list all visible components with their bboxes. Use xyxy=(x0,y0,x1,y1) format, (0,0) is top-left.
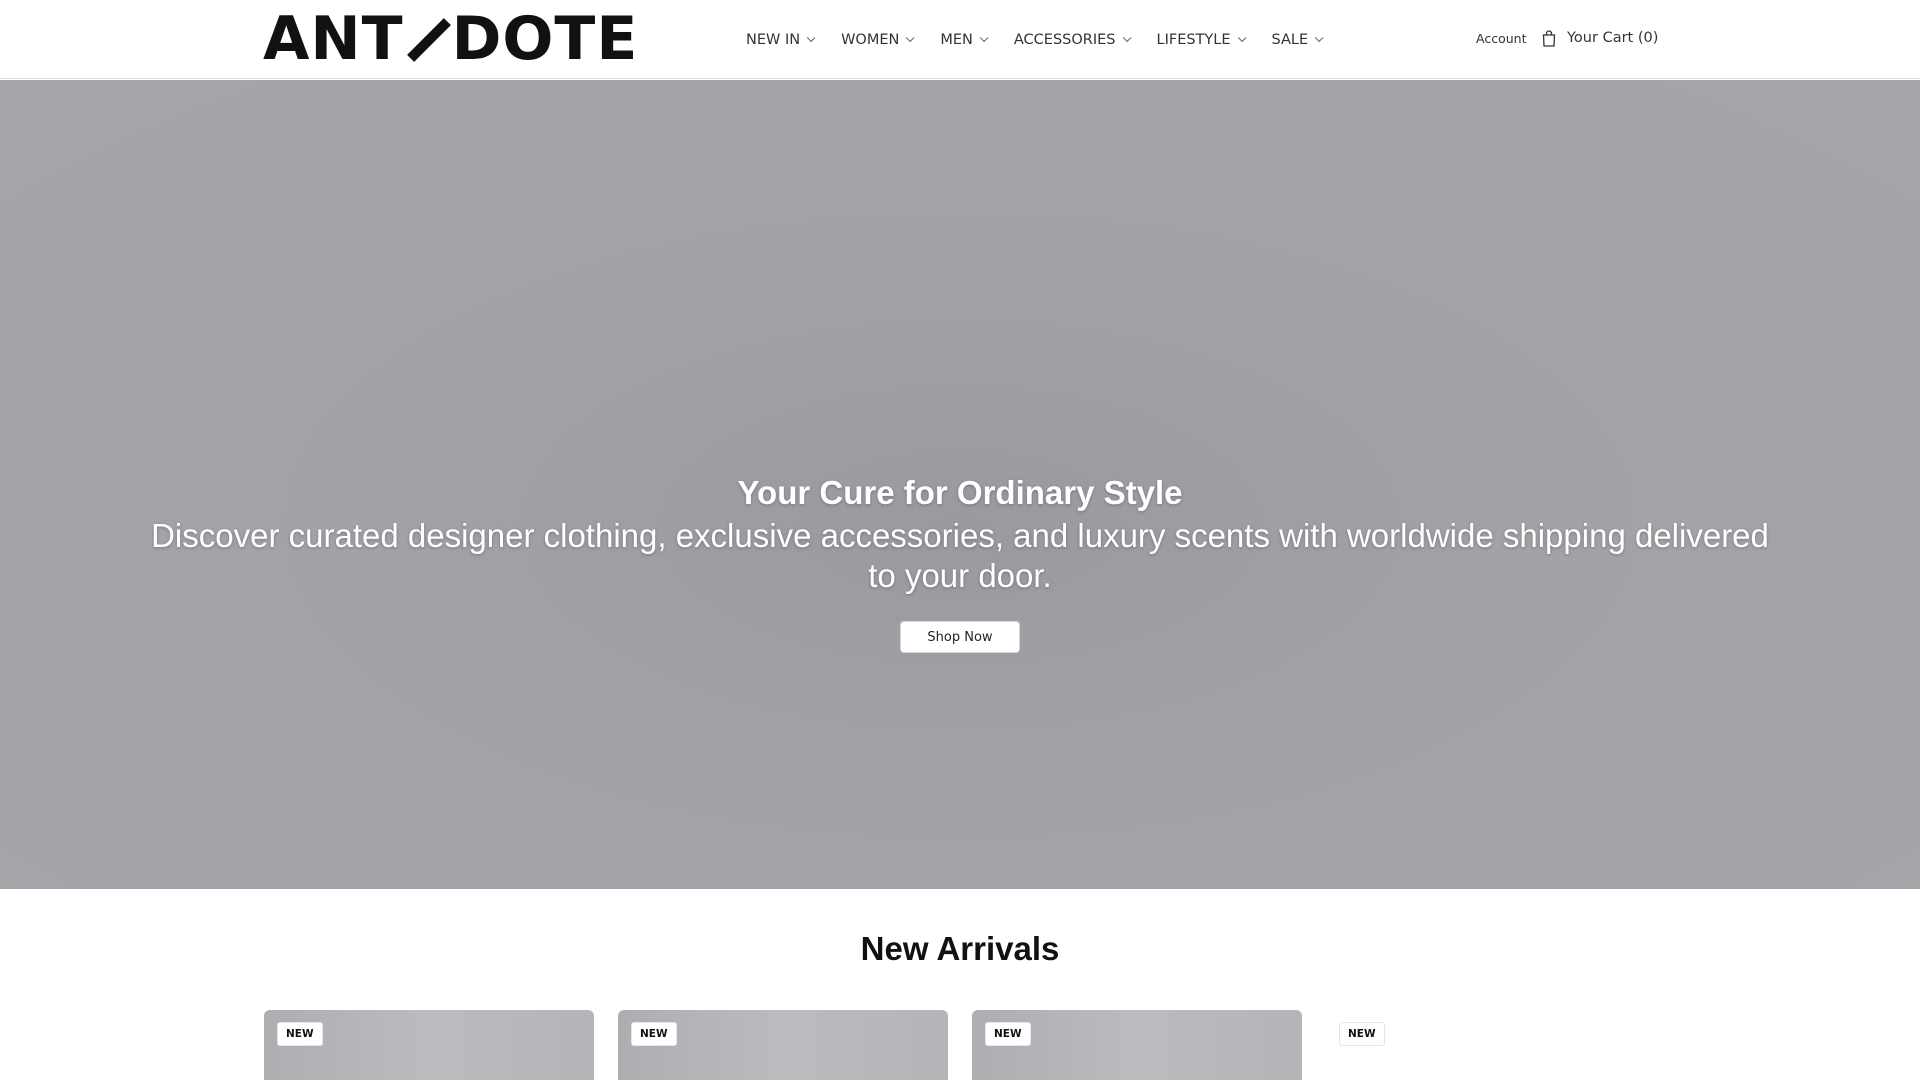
nav-item-sale[interactable]: SALE xyxy=(1271,31,1324,48)
logo-text-ant: ANT xyxy=(263,4,404,74)
new-badge: NEW xyxy=(631,1022,677,1046)
hero-banner: Your Cure for Ordinary Style Discover cu… xyxy=(0,80,1920,889)
logo-text-dote: DOTE xyxy=(451,4,639,74)
nav-item-label: SALE xyxy=(1271,31,1309,48)
nav-item-label: ACCESSORIES xyxy=(1013,31,1116,48)
account-link[interactable]: Account xyxy=(1476,31,1526,46)
product-card[interactable]: NEW xyxy=(972,1010,1302,1080)
hero-title: Your Cure for Ordinary Style xyxy=(737,474,1183,511)
chevron-down-icon xyxy=(1237,33,1246,42)
cart-label: Your Cart (0) xyxy=(1567,30,1659,46)
new-badge: NEW xyxy=(1339,1022,1385,1046)
nav-item-label: WOMEN xyxy=(841,31,900,48)
product-card[interactable]: NEW xyxy=(264,1010,594,1080)
chevron-down-icon xyxy=(1122,33,1131,42)
nav-item-new-in[interactable]: NEW IN xyxy=(746,31,816,48)
site-logo[interactable]: ANT DOTE xyxy=(263,4,639,74)
nav-item-lifestyle[interactable]: LIFESTYLE xyxy=(1156,31,1246,48)
new-arrivals-title: New Arrivals xyxy=(860,930,1060,967)
product-card[interactable]: NEW xyxy=(618,1010,948,1080)
nav-item-men[interactable]: MEN xyxy=(940,31,989,48)
site-header: ANT DOTE NEW IN WOMEN MEN ACCESSORIES LIF… xyxy=(0,0,1920,79)
shop-now-button[interactable]: Shop Now xyxy=(900,621,1020,653)
chevron-down-icon xyxy=(979,33,989,42)
product-grid: NEW NEW NEW NEW xyxy=(264,1010,1656,1080)
cart-button[interactable]: Your Cart (0) xyxy=(1541,29,1658,47)
nav-item-label: MEN xyxy=(940,31,973,48)
nav-item-accessories[interactable]: ACCESSORIES xyxy=(1013,31,1131,48)
nav-item-label: LIFESTYLE xyxy=(1156,31,1231,48)
product-card[interactable]: NEW xyxy=(1326,1010,1656,1080)
hero-subtitle: Discover curated designer clothing, excl… xyxy=(151,517,1769,594)
logo-slash-mark xyxy=(406,12,450,66)
shopping-bag-icon xyxy=(1542,30,1556,47)
new-badge: NEW xyxy=(277,1022,323,1046)
main-nav: NEW IN WOMEN MEN ACCESSORIES LIFESTYLE S… xyxy=(746,0,1349,79)
chevron-down-icon xyxy=(906,33,915,42)
chevron-down-icon xyxy=(806,33,816,42)
chevron-down-icon xyxy=(1315,33,1324,42)
new-badge: NEW xyxy=(985,1022,1031,1046)
nav-item-label: NEW IN xyxy=(746,31,801,48)
nav-item-women[interactable]: WOMEN xyxy=(841,31,915,48)
